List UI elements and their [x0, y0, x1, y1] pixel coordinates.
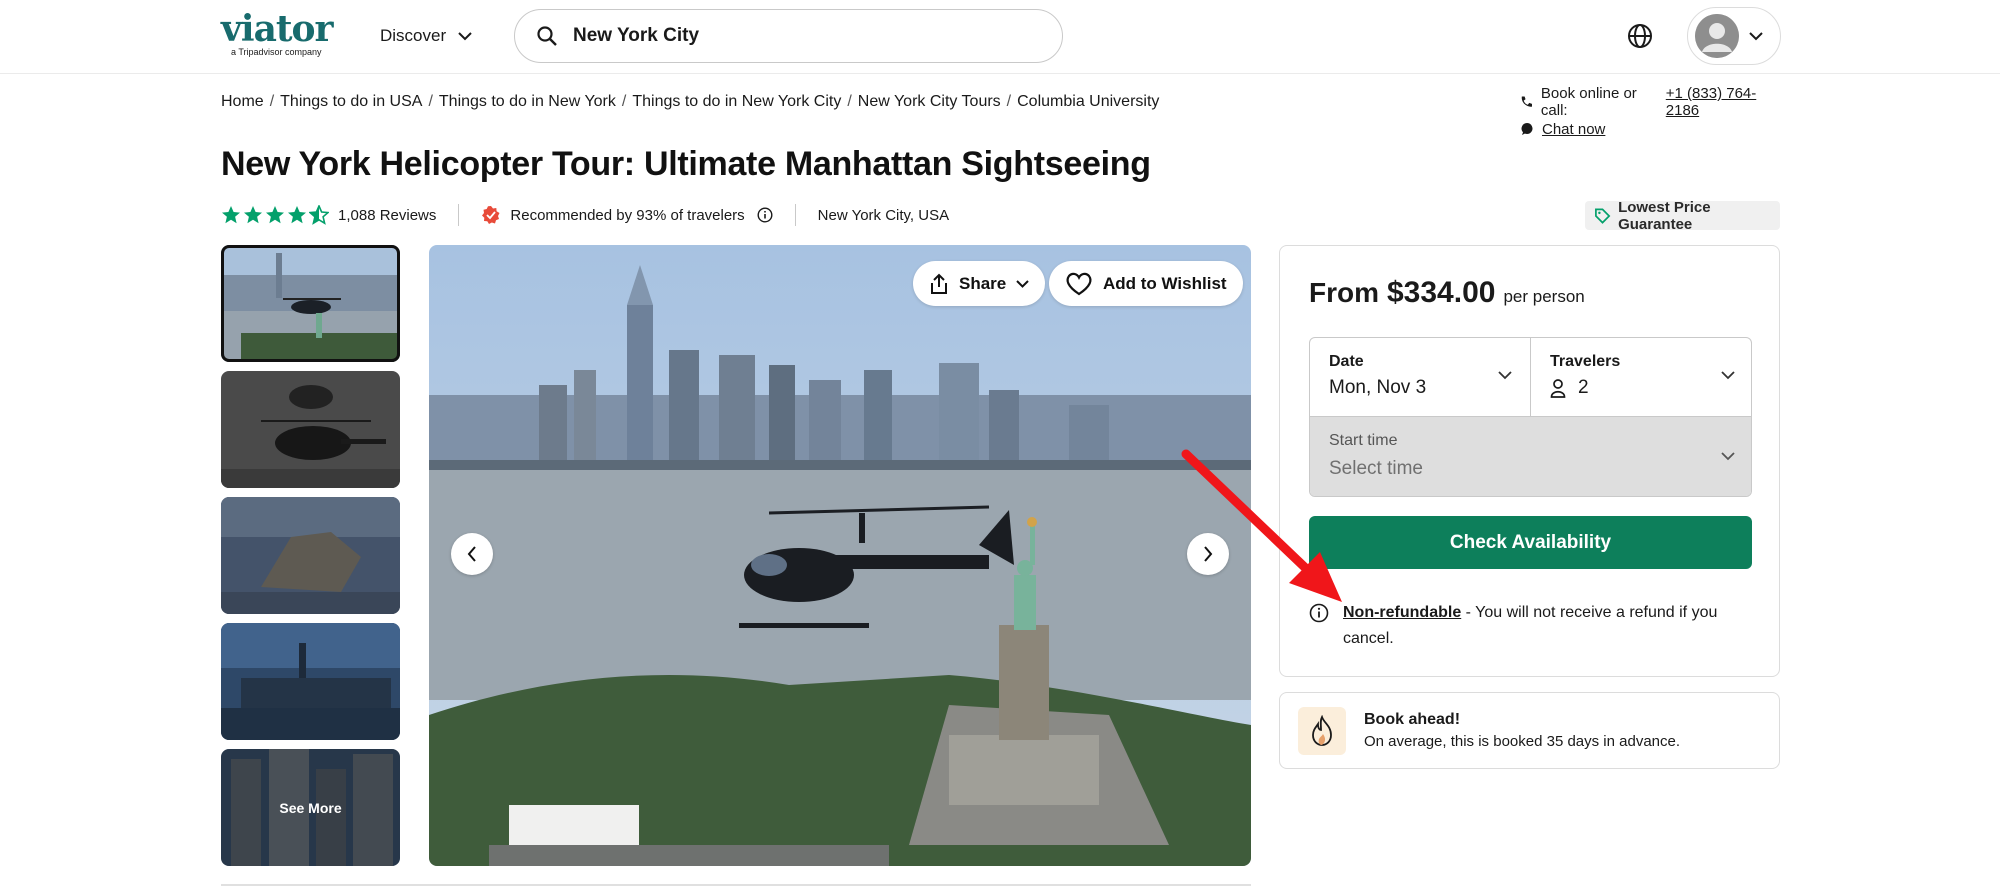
per-person-label: per person	[1503, 287, 1585, 306]
star-full-icon	[288, 206, 306, 224]
chevron-right-icon	[1204, 546, 1213, 562]
chat-now-link[interactable]: Chat now	[1542, 121, 1605, 138]
thumbnail-helicopter-closeup[interactable]	[221, 371, 400, 488]
add-to-wishlist-button[interactable]: Add to Wishlist	[1049, 261, 1243, 306]
price-row: From $334.00 per person	[1309, 276, 1585, 310]
lowest-price-label: Lowest Price Guarantee	[1618, 198, 1711, 233]
wishlist-label: Add to Wishlist	[1103, 273, 1227, 293]
thumbnail-list: See More	[221, 245, 401, 875]
page-title: New York Helicopter Tour: Ultimate Manha…	[221, 145, 1151, 183]
travelers-label: Travelers	[1550, 353, 1621, 370]
discover-menu[interactable]: Discover	[380, 22, 472, 50]
recommended-badge-icon	[482, 206, 500, 224]
chevron-down-icon	[1721, 452, 1735, 461]
breadcrumb-new-york[interactable]: Things to do in New York	[439, 93, 616, 111]
chat-icon	[1521, 123, 1533, 135]
heart-icon	[1066, 272, 1092, 295]
discover-label: Discover	[380, 26, 447, 45]
recommended-label: Recommended by 93% of travelers	[510, 206, 745, 224]
user-silhouette-icon	[1695, 14, 1739, 58]
check-availability-button[interactable]: Check Availability	[1309, 516, 1752, 569]
price-from-label: From	[1309, 277, 1379, 308]
price-value: $334.00	[1387, 276, 1496, 309]
price-tag-icon	[1595, 208, 1611, 224]
chevron-down-icon	[1498, 371, 1512, 380]
flame-icon	[1298, 706, 1346, 755]
share-icon	[931, 273, 947, 294]
star-full-icon	[244, 206, 262, 224]
divider	[794, 204, 796, 226]
account-menu-button[interactable]	[1687, 7, 1781, 65]
star-half-icon	[309, 205, 329, 225]
reviews-link[interactable]: 1,088 Reviews	[338, 207, 436, 224]
date-label: Date	[1329, 353, 1364, 370]
chevron-down-icon	[1721, 371, 1735, 380]
lowest-price-guarantee-badge[interactable]: Lowest Price Guarantee	[1585, 198, 1780, 233]
divider	[458, 204, 460, 226]
breadcrumb-nyc-tours[interactable]: New York City Tours	[858, 93, 1001, 111]
share-label: Share	[959, 273, 1007, 293]
info-icon[interactable]	[757, 207, 773, 223]
hero-photo	[429, 245, 1251, 866]
search-icon	[537, 26, 557, 46]
travelers-selector[interactable]: Travelers 2	[1531, 338, 1751, 416]
top-navigation-bar: viator a Tripadvisor company Discover	[0, 0, 2000, 74]
viator-logo[interactable]: viator a Tripadvisor company	[221, 8, 345, 58]
language-globe-button[interactable]	[1624, 20, 1656, 52]
main-gallery-image[interactable]: Share Add to Wishlist	[429, 245, 1251, 866]
refund-policy: Non-refundable - You will not receive a …	[1309, 600, 1749, 652]
thumbnail-image	[221, 371, 400, 488]
phone-number-link[interactable]: +1 (833) 764-2186	[1666, 85, 1780, 119]
breadcrumb-new-york-city[interactable]: Things to do in New York City	[632, 93, 841, 111]
person-icon	[1550, 378, 1566, 398]
chevron-down-icon	[1749, 31, 1763, 40]
chevron-down-icon	[458, 31, 472, 40]
non-refundable-link[interactable]: Non-refundable	[1343, 604, 1461, 621]
info-icon	[1309, 603, 1329, 623]
booking-selectors: Date Mon, Nov 3 Travelers 2 Start time S…	[1309, 337, 1752, 497]
date-selector[interactable]: Date Mon, Nov 3	[1310, 338, 1531, 416]
product-meta-row: 1,088 Reviews Recommended by 93% of trav…	[221, 203, 949, 227]
breadcrumb-home[interactable]: Home	[221, 93, 264, 111]
breadcrumb-usa[interactable]: Things to do in USA	[280, 93, 422, 111]
chevron-down-icon	[1016, 279, 1029, 288]
refund-text: Non-refundable - You will not receive a …	[1343, 600, 1749, 652]
search-input[interactable]	[573, 25, 1013, 47]
chevron-left-icon	[467, 546, 476, 562]
thumbnail-helicopter-skyline[interactable]	[221, 245, 400, 362]
phone-icon	[1521, 96, 1532, 107]
travelers-value: 2	[1578, 377, 1589, 398]
start-time-placeholder: Select time	[1329, 458, 1423, 479]
breadcrumb: Home / Things to do in USA / Things to do …	[221, 93, 1160, 111]
star-full-icon	[266, 206, 284, 224]
thumbnail-image	[221, 245, 400, 362]
contact-info: Book online or call: +1 (833) 764-2186 C…	[1520, 85, 1780, 146]
thumbnail-downtown-skyline[interactable]	[221, 623, 400, 740]
see-more-label: See More	[221, 749, 400, 866]
breadcrumb-columbia-university[interactable]: Columbia University	[1017, 93, 1159, 111]
start-time-selector[interactable]: Start time Select time	[1310, 416, 1751, 496]
book-ahead-title: Book ahead!	[1364, 711, 1461, 728]
avatar	[1695, 14, 1739, 58]
previous-image-button[interactable]	[451, 533, 493, 575]
book-ahead-banner: Book ahead! On average, this is booked 3…	[1279, 692, 1780, 769]
location-label: New York City, USA	[817, 206, 950, 224]
date-value: Mon, Nov 3	[1329, 377, 1427, 398]
search-bar[interactable]	[514, 9, 1063, 63]
rating-stars	[221, 205, 329, 225]
book-ahead-subtitle: On average, this is booked 35 days in ad…	[1364, 733, 1681, 750]
thumbnail-image	[221, 623, 400, 740]
logo-wordmark: viator	[221, 8, 334, 50]
thumbnail-image	[221, 497, 400, 614]
booking-card: From $334.00 per person Date Mon, Nov 3 …	[1279, 245, 1780, 677]
start-time-label: Start time	[1329, 432, 1398, 449]
share-button[interactable]: Share	[913, 261, 1046, 306]
next-image-button[interactable]	[1187, 533, 1229, 575]
star-full-icon	[222, 206, 240, 224]
book-online-label: Book online or call:	[1540, 85, 1637, 119]
thumbnail-see-more[interactable]: See More	[221, 749, 400, 866]
thumbnail-manhattan-aerial[interactable]	[221, 497, 400, 614]
globe-icon	[1628, 24, 1652, 48]
